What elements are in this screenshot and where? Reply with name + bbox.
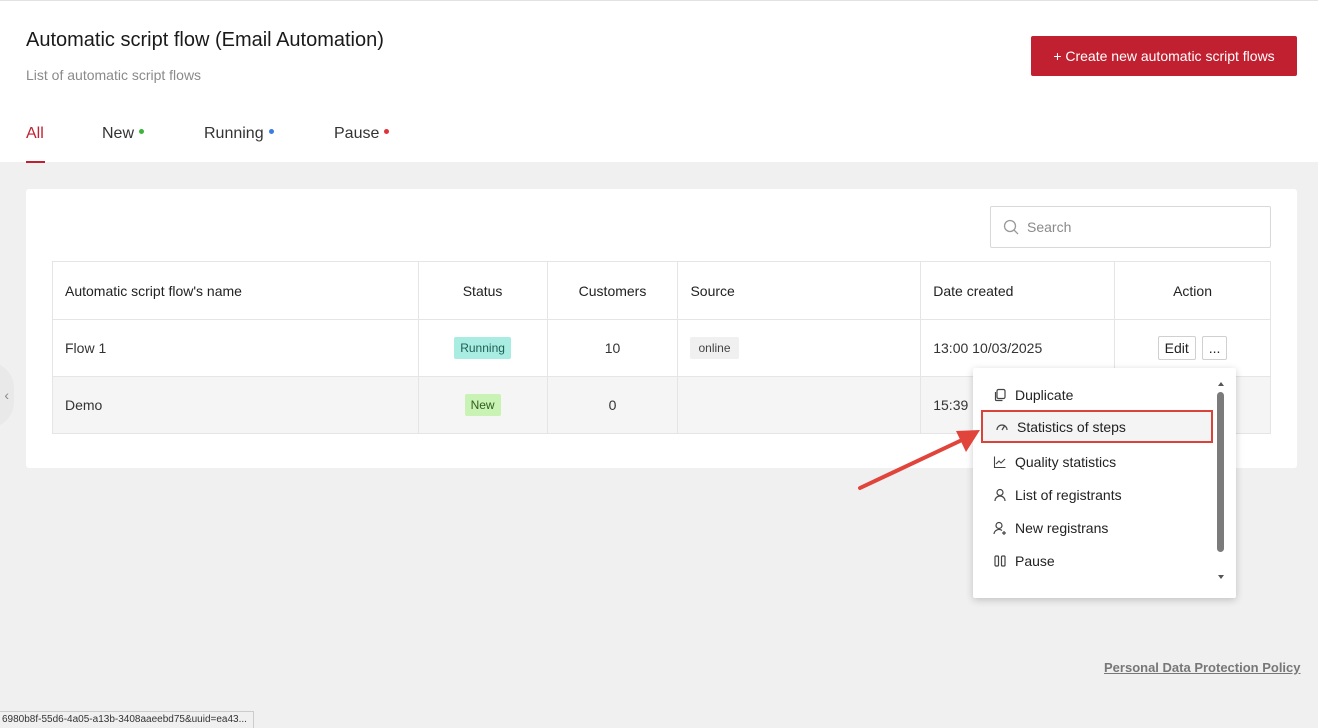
copy-icon xyxy=(994,388,1006,401)
tab-label: Pause xyxy=(334,125,380,142)
menu-item-label: Pause xyxy=(1015,552,1055,569)
user-icon xyxy=(994,488,1006,501)
menu-item-new-registrants[interactable]: New registrans xyxy=(981,511,1213,544)
line-chart-icon xyxy=(993,456,1006,468)
status-badge: New xyxy=(464,394,501,416)
menu-item-label: Statistics of steps xyxy=(1017,418,1126,435)
active-tab-indicator xyxy=(26,161,45,163)
user-add-icon xyxy=(993,521,1006,535)
column-header-date[interactable]: Date created xyxy=(920,261,1116,320)
customers-count: 0 xyxy=(546,376,679,434)
menu-item-quality-statistics[interactable]: Quality statistics xyxy=(981,445,1213,478)
column-header-name[interactable]: Automatic script flow's name xyxy=(52,261,419,320)
customers-count: 10 xyxy=(546,319,679,377)
blue-dot-icon xyxy=(268,129,274,134)
column-header-action: Action xyxy=(1114,261,1271,320)
tab-pause[interactable]: Pause xyxy=(334,125,390,143)
menu-item-statistics-of-steps[interactable]: Statistics of steps xyxy=(981,410,1213,443)
flow-name[interactable]: Demo xyxy=(52,376,419,434)
status-badge: Running xyxy=(454,337,511,359)
tab-label: Running xyxy=(204,125,264,142)
scrollbar-thumb[interactable] xyxy=(1217,392,1224,552)
tab-label: New xyxy=(102,125,135,142)
menu-item-label: List of registrants xyxy=(1015,486,1122,503)
more-actions-button[interactable]: ... xyxy=(1201,336,1228,360)
red-dot-icon xyxy=(384,129,390,134)
search-icon xyxy=(1003,219,1019,235)
column-header-status[interactable]: Status xyxy=(417,261,548,320)
status-tabs: All New Running Pause xyxy=(0,113,600,163)
menu-item-pause[interactable]: Pause xyxy=(981,544,1213,577)
chevron-left-icon: ‹ xyxy=(4,387,9,403)
create-flow-button[interactable]: + Create new automatic script flows xyxy=(1031,36,1297,76)
menu-item-duplicate[interactable]: Duplicate xyxy=(981,378,1213,411)
table-header-row: Automatic script flow's name Status Cust… xyxy=(52,261,1271,320)
green-dot-icon xyxy=(139,129,145,134)
gauge-icon xyxy=(996,423,1008,430)
source-cell xyxy=(677,376,922,434)
sidebar-collapse-handle[interactable]: ‹ xyxy=(0,362,14,428)
page-header: Automatic script flow (Email Automation)… xyxy=(0,0,1318,163)
pause-icon xyxy=(994,554,1006,567)
menu-item-label: New registrans xyxy=(1015,519,1109,536)
scroll-up-icon[interactable] xyxy=(1218,382,1224,386)
more-actions-dropdown: Duplicate Statistics of steps Quality st… xyxy=(973,368,1236,598)
tab-running[interactable]: Running xyxy=(204,125,274,143)
search-box[interactable] xyxy=(990,206,1271,248)
tab-all[interactable]: All xyxy=(26,125,44,143)
tab-label: All xyxy=(26,125,44,142)
edit-button[interactable]: Edit xyxy=(1157,336,1196,360)
tab-new[interactable]: New xyxy=(102,125,145,143)
page-title: Automatic script flow (Email Automation) xyxy=(26,29,384,51)
menu-item-label: Duplicate xyxy=(1015,386,1074,403)
column-header-source[interactable]: Source xyxy=(677,261,922,320)
status-bar-url: 6980b8f-55d6-4a05-a13b-3408aaeebd75&uuid… xyxy=(0,711,254,728)
scroll-down-icon[interactable] xyxy=(1218,575,1224,579)
menu-item-list-of-registrants[interactable]: List of registrants xyxy=(981,478,1213,511)
column-header-customers[interactable]: Customers xyxy=(546,261,679,320)
menu-item-label: Quality statistics xyxy=(1015,453,1117,470)
flow-name[interactable]: Flow 1 xyxy=(52,319,419,377)
search-input[interactable] xyxy=(1027,219,1247,235)
page-subtitle: List of automatic script flows xyxy=(26,67,202,83)
privacy-policy-link[interactable]: Personal Data Protection Policy xyxy=(1104,660,1301,675)
source-tag: online xyxy=(690,337,739,359)
dropdown-scrollbar[interactable] xyxy=(1216,378,1226,590)
